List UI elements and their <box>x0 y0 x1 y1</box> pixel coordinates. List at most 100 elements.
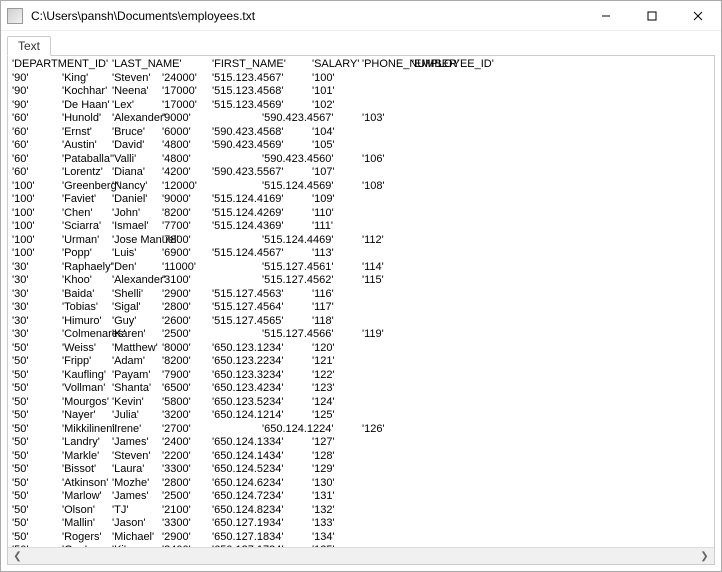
text-cell: '590.423.5567' <box>212 166 284 180</box>
text-cell: '2100' <box>162 504 191 518</box>
text-line: '100''Greenberg''Nancy''12000''515.124.4… <box>12 180 710 194</box>
text-cell: 'Shelli' <box>112 288 143 302</box>
text-line: '60''Lorentz''Diana''4200''590.423.5567'… <box>12 166 710 180</box>
text-cell: '50' <box>12 382 28 396</box>
text-cell: '50' <box>12 409 28 423</box>
text-cell: '50' <box>12 342 28 356</box>
text-cell: '3200' <box>162 409 191 423</box>
text-line: '100''Chen''John''8200''515.124.4269''11… <box>12 207 710 221</box>
close-button[interactable] <box>675 1 721 31</box>
text-cell: 'Khoo' <box>62 274 92 288</box>
text-cell: '515.124.4469' <box>262 234 334 248</box>
text-cell: '135' <box>312 544 335 547</box>
text-cell: 'Alexander' <box>112 112 166 126</box>
text-cell: 'Shanta' <box>112 382 151 396</box>
text-cell: '30' <box>12 274 28 288</box>
text-cell: '106' <box>362 153 385 167</box>
scroll-left-icon[interactable]: ❮ <box>10 549 25 564</box>
text-cell: '50' <box>12 477 28 491</box>
scroll-right-icon[interactable]: ❯ <box>697 549 712 564</box>
text-cell: 'Karen' <box>112 328 146 342</box>
text-cell: '515.123.4567' <box>212 72 284 86</box>
text-cell: '100' <box>12 234 35 248</box>
text-cell: '112' <box>362 234 384 248</box>
text-cell: '103' <box>362 112 385 126</box>
text-cell: '650.124.1434' <box>212 450 284 464</box>
text-line: '50''Weiss''Matthew''8000''650.123.1234'… <box>12 342 710 356</box>
text-cell: 'Marlow' <box>62 490 102 504</box>
text-cell: '100' <box>12 193 35 207</box>
text-cell: '590.423.4567' <box>262 112 334 126</box>
text-cell: 'EMPLOYEE_ID' <box>412 58 494 72</box>
text-line: '50''Mallin''Jason''3300''650.127.1934''… <box>12 517 710 531</box>
text-line: '30''Himuro''Guy''2600''515.127.4565''11… <box>12 315 710 329</box>
maximize-icon <box>647 11 657 21</box>
text-cell: '50' <box>12 396 28 410</box>
text-cell: '4800' <box>162 153 191 167</box>
text-cell: 'FIRST_NAME' <box>212 58 286 72</box>
text-cell: '115' <box>362 274 384 288</box>
text-cell: '120' <box>312 342 335 356</box>
text-cell: '650.127.1734' <box>212 544 284 547</box>
horizontal-scrollbar[interactable]: ❮ ❯ <box>8 547 714 564</box>
text-cell: '50' <box>12 436 28 450</box>
text-cell: 'Steven' <box>112 450 150 464</box>
text-cell: '130' <box>312 477 335 491</box>
text-cell: '590.423.4560' <box>262 153 334 167</box>
text-cell: '590.423.4568' <box>212 126 284 140</box>
text-cell: '5800' <box>162 396 191 410</box>
tab-text[interactable]: Text <box>7 36 51 56</box>
text-cell: '50' <box>12 369 28 383</box>
text-line: '50''Mourgos''Kevin''5800''650.123.5234'… <box>12 396 710 410</box>
text-content[interactable]: 'DEPARTMENT_ID''LAST_NAME''FIRST_NAME''S… <box>8 56 714 547</box>
text-cell: 'Greenberg' <box>62 180 119 194</box>
text-cell: '90' <box>12 85 28 99</box>
text-cell: '121' <box>312 355 335 369</box>
text-cell: '590.423.4569' <box>212 139 284 153</box>
text-cell: 'Payam' <box>112 369 150 383</box>
text-cell: '2500' <box>162 490 191 504</box>
text-cell: '6000' <box>162 126 191 140</box>
maximize-button[interactable] <box>629 1 675 31</box>
text-cell: '3300' <box>162 517 191 531</box>
text-cell: 'Laura' <box>112 463 144 477</box>
text-cell: '60' <box>12 153 28 167</box>
text-cell: '3300' <box>162 463 191 477</box>
text-cell: 'TJ' <box>112 504 128 518</box>
text-cell: 'Jason' <box>112 517 146 531</box>
text-cell: '515.124.4169' <box>212 193 284 207</box>
text-cell: '100' <box>12 207 35 221</box>
text-cell: '2700' <box>162 423 191 437</box>
text-cell: 'Chen' <box>62 207 93 221</box>
window-title: C:\Users\pansh\Documents\employees.txt <box>29 9 583 23</box>
text-line: '30''Colmenares''Karen''2500''515.127.45… <box>12 328 710 342</box>
text-cell: '650.123.1234' <box>212 342 284 356</box>
minimize-button[interactable] <box>583 1 629 31</box>
text-line: '100''Popp''Luis''6900''515.124.4567''11… <box>12 247 710 261</box>
text-cell: '8200' <box>162 207 191 221</box>
text-cell: 'Irene' <box>112 423 141 437</box>
text-cell: '12000' <box>162 180 197 194</box>
text-cell: 'Kevin' <box>112 396 144 410</box>
text-cell: '650.124.6234' <box>212 477 284 491</box>
text-line: '50''Marlow''James''2500''650.124.7234''… <box>12 490 710 504</box>
text-cell: 'Sciarra' <box>62 220 101 234</box>
text-cell: '60' <box>12 166 28 180</box>
text-cell: '650.127.1834' <box>212 531 284 545</box>
text-cell: '125' <box>312 409 335 423</box>
text-cell: '30' <box>12 315 28 329</box>
text-cell: 'King' <box>62 72 88 86</box>
text-cell: '104' <box>312 126 335 140</box>
text-line: '50''Rogers''Michael''2900''650.127.1834… <box>12 531 710 545</box>
text-cell: '6900' <box>162 247 191 261</box>
text-cell: '127' <box>312 436 335 450</box>
text-line: 'DEPARTMENT_ID''LAST_NAME''FIRST_NAME''S… <box>12 58 710 72</box>
text-cell: '100' <box>12 180 35 194</box>
text-cell: '650.123.2234' <box>212 355 284 369</box>
text-line: '60''Hunold''Alexander''9000''590.423.45… <box>12 112 710 126</box>
text-cell: '7700' <box>162 220 191 234</box>
text-cell: 'Popp' <box>62 247 92 261</box>
text-cell: '118' <box>312 315 334 329</box>
text-cell: '2900' <box>162 288 191 302</box>
text-cell: '60' <box>12 126 28 140</box>
